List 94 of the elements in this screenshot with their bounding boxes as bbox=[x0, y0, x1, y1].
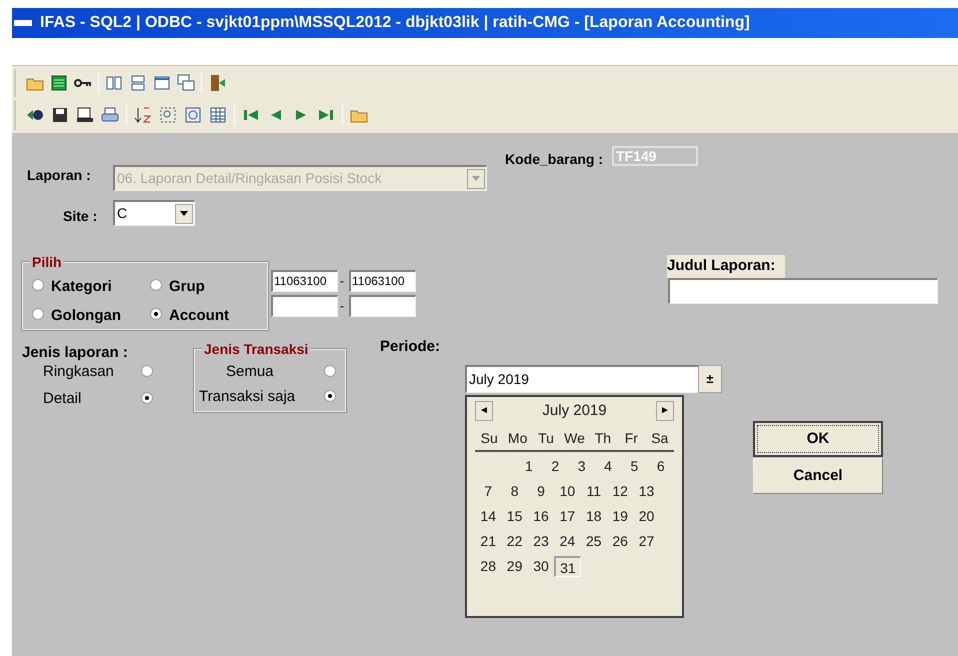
field-label: Judul Laporan: bbox=[667, 255, 786, 278]
database-icon[interactable] bbox=[50, 74, 68, 92]
calendar-day[interactable]: 14 bbox=[475, 506, 502, 527]
print-icon[interactable] bbox=[101, 106, 119, 124]
dropdown-button[interactable] bbox=[175, 204, 193, 224]
caret-icon bbox=[472, 176, 480, 181]
field-label: Periode: bbox=[380, 337, 440, 357]
calendar-day[interactable]: 15 bbox=[501, 506, 528, 527]
zoom-icon[interactable] bbox=[159, 106, 177, 124]
radio-button[interactable] bbox=[324, 390, 336, 402]
input-field[interactable] bbox=[271, 295, 338, 317]
calendar-day[interactable]: 20 bbox=[633, 506, 660, 527]
document-icon[interactable] bbox=[184, 106, 202, 124]
weekday-label: We bbox=[563, 429, 586, 448]
windows-icon[interactable] bbox=[177, 74, 195, 92]
weekday-label: Fr bbox=[624, 429, 639, 448]
field-label: Laporan : bbox=[27, 166, 91, 185]
date-field[interactable]: July 2019 bbox=[465, 365, 699, 393]
calendar-day[interactable]: 16 bbox=[528, 506, 554, 527]
door-icon[interactable] bbox=[208, 74, 226, 92]
calendar-day[interactable]: 19 bbox=[606, 506, 634, 527]
option-label: Semua bbox=[226, 362, 274, 382]
calendar-day[interactable]: 6 bbox=[648, 456, 674, 477]
calendar-day[interactable]: 2 bbox=[542, 456, 568, 477]
calendar-day[interactable]: 3 bbox=[568, 456, 595, 477]
dialog-button[interactable]: Cancel bbox=[753, 458, 883, 494]
calendar-day[interactable]: 30 bbox=[528, 556, 554, 577]
window-icon bbox=[14, 20, 32, 26]
radio-button[interactable] bbox=[32, 308, 44, 320]
field-label: Site : bbox=[63, 207, 98, 226]
group-title: Pilih bbox=[30, 254, 64, 270]
option-label: Account bbox=[169, 306, 229, 326]
calendar-day[interactable]: 27 bbox=[633, 531, 660, 552]
input-field[interactable]: 11063100 bbox=[271, 270, 338, 292]
calendar-day[interactable]: 10 bbox=[554, 481, 581, 502]
calendar-day[interactable]: 24 bbox=[554, 531, 581, 552]
radio-button[interactable] bbox=[324, 365, 336, 377]
monitor-icon[interactable] bbox=[76, 106, 94, 124]
radio-button[interactable] bbox=[150, 308, 162, 320]
radio-button[interactable] bbox=[150, 279, 162, 291]
calendar-day[interactable]: 13 bbox=[633, 481, 660, 502]
calendar-day[interactable]: 31 bbox=[554, 556, 581, 577]
weekday-label: Su bbox=[480, 429, 499, 448]
option-label: Detail bbox=[43, 389, 82, 409]
dropdown-button[interactable]: ± bbox=[698, 365, 722, 393]
input-field[interactable]: 11063100 bbox=[349, 270, 416, 292]
option-label: Transaksi saja bbox=[199, 387, 296, 407]
calendar-day[interactable]: 5 bbox=[621, 456, 648, 477]
month-title: July 2019 bbox=[542, 400, 607, 421]
calendar-day[interactable]: 25 bbox=[580, 531, 607, 552]
window-icon[interactable] bbox=[153, 74, 171, 92]
option-label: Golongan bbox=[51, 306, 121, 326]
weekday-label: Th bbox=[594, 429, 612, 448]
calendar-day[interactable]: 7 bbox=[475, 481, 502, 502]
calendar-day[interactable]: 23 bbox=[528, 531, 554, 552]
window-title: IFAS - SQL2 | ODBC - svjkt01ppm\MSSQL2012 - dbjkt03lik | ratih-CMG - [Laporan Accounting] bbox=[40, 13, 750, 33]
radio-button[interactable] bbox=[32, 279, 44, 291]
calendar-day[interactable]: 11 bbox=[580, 481, 607, 502]
weekday-label: Tu bbox=[537, 429, 555, 448]
radio-button[interactable] bbox=[141, 365, 153, 377]
caret-icon bbox=[180, 211, 188, 216]
field-label: Kode_barang : bbox=[505, 150, 604, 169]
calendar-day[interactable]: 8 bbox=[501, 481, 528, 502]
calendar-day[interactable]: 26 bbox=[606, 531, 634, 552]
rows-icon[interactable] bbox=[129, 74, 147, 92]
group-title: Jenis Transaksi bbox=[202, 341, 310, 357]
option-label: Kategori bbox=[51, 277, 112, 297]
field-label: Jenis laporan : bbox=[22, 343, 128, 363]
next-month-button[interactable]: ► bbox=[656, 401, 674, 421]
option-label: Grup bbox=[169, 277, 205, 297]
dialog-button[interactable]: OK bbox=[753, 421, 883, 457]
input-field[interactable] bbox=[349, 295, 416, 317]
calendar-day[interactable]: 29 bbox=[501, 556, 528, 577]
calendar-day[interactable]: 21 bbox=[475, 531, 502, 552]
calendar-day[interactable]: 28 bbox=[475, 556, 502, 577]
input-field[interactable] bbox=[668, 278, 938, 304]
calendar-day[interactable]: 1 bbox=[516, 456, 542, 477]
columns-icon[interactable] bbox=[105, 74, 123, 92]
calendar-day[interactable]: 18 bbox=[580, 506, 607, 527]
site-dropdown[interactable]: C bbox=[113, 200, 195, 226]
range-separator: - bbox=[340, 298, 344, 315]
calendar-day[interactable]: 4 bbox=[594, 456, 622, 477]
grid-icon[interactable] bbox=[209, 106, 227, 124]
weekday-label: Sa bbox=[650, 429, 670, 448]
calendar-day[interactable]: 22 bbox=[501, 531, 528, 552]
calendar-day[interactable]: 17 bbox=[554, 506, 581, 527]
radio-button[interactable] bbox=[141, 392, 153, 404]
previous-month-button[interactable]: ◄ bbox=[475, 401, 493, 421]
calendar-day[interactable]: 9 bbox=[528, 481, 554, 502]
range-separator: - bbox=[340, 273, 344, 290]
option-label: Ringkasan bbox=[43, 362, 114, 382]
calendar-day[interactable]: 12 bbox=[606, 481, 634, 502]
weekday-label: Mo bbox=[506, 429, 528, 448]
sort-icon[interactable] bbox=[134, 106, 152, 124]
